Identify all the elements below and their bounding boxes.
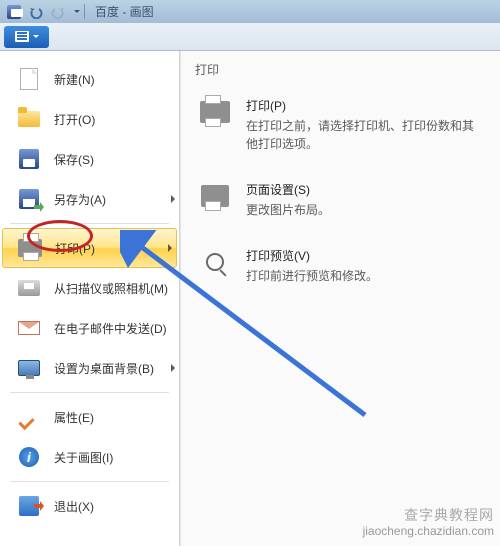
menu-scan[interactable]: 从扫描仪或照相机(M) [0,268,179,308]
submenu-preview-title: 打印预览(V) [246,247,378,264]
menu-separator [10,223,169,224]
undo-icon [29,5,43,19]
submenu-preview-text: 打印预览(V) 打印前进行预览和修改。 [246,247,378,285]
submenu-print[interactable]: 打印(P) 在打印之前，请选择打印机、打印份数和其他打印选项。 [195,94,486,156]
quick-access-toolbar [4,3,80,21]
menu-email-label: 在电子邮件中发送(D) [54,320,167,337]
submenu-pagesetup-text: 页面设置(S) 更改图片布局。 [246,181,330,219]
qat-undo-button[interactable] [26,3,46,21]
qat-save-button[interactable] [4,3,24,21]
page-icon [20,68,38,90]
file-menu-dropdown: 新建(N) 打开(O) 保存(S) 另存为(A) 打印(P) 从扫描仪或照相机(… [0,51,500,546]
menu-print[interactable]: 打印(P) [2,228,177,268]
separator [84,4,85,19]
menu-save-as[interactable]: 另存为(A) [0,179,179,219]
mail-icon [18,321,40,335]
submenu-page-setup[interactable]: 页面设置(S) 更改图片布局。 [195,178,486,222]
save-icon [7,5,21,19]
menu-save[interactable]: 保存(S) [0,139,179,179]
submenu-print-title: 打印(P) [246,97,483,114]
file-menu-icon [15,31,29,42]
menu-properties-label: 属性(E) [54,409,94,426]
chevron-right-icon [171,195,175,203]
desktop-icon [18,360,40,376]
page-setup-icon [201,185,229,207]
menu-separator [10,481,169,482]
chevron-right-icon [171,364,175,372]
exit-icon [19,496,39,516]
ribbon-bar [0,23,500,51]
qat-redo-button[interactable] [48,3,68,21]
menu-open[interactable]: 打开(O) [0,99,179,139]
qat-dropdown-icon[interactable] [74,10,80,13]
menu-separator [10,392,169,393]
magnifier-icon [206,253,224,271]
save-as-icon [19,189,39,209]
submenu-print-text: 打印(P) 在打印之前，请选择打印机、打印份数和其他打印选项。 [246,97,483,153]
menu-properties[interactable]: 属性(E) [0,397,179,437]
watermark-line1: 查字典教程网 [363,506,494,524]
info-icon: i [19,447,39,467]
menu-print-label: 打印(P) [55,240,95,257]
print-submenu-panel: 打印 打印(P) 在打印之前，请选择打印机、打印份数和其他打印选项。 页面设置(… [180,51,500,546]
menu-open-label: 打开(O) [54,111,95,128]
menu-new-label: 新建(N) [54,71,95,88]
chevron-right-icon [168,244,172,252]
submenu-pagesetup-desc: 更改图片布局。 [246,201,330,219]
submenu-title: 打印 [195,61,486,78]
menu-scan-label: 从扫描仪或照相机(M) [54,280,168,297]
file-menu-left-column: 新建(N) 打开(O) 保存(S) 另存为(A) 打印(P) 从扫描仪或照相机(… [0,51,180,546]
menu-new[interactable]: 新建(N) [0,59,179,99]
file-tab[interactable] [4,26,49,48]
submenu-print-desc: 在打印之前，请选择打印机、打印份数和其他打印选项。 [246,117,483,153]
submenu-pagesetup-title: 页面设置(S) [246,181,330,198]
printer-icon [200,101,230,123]
redo-icon [51,5,65,19]
menu-wallpaper-label: 设置为桌面背景(B) [54,360,154,377]
printer-icon [18,239,42,257]
check-icon [20,408,38,426]
scanner-icon [18,280,40,296]
watermark: 查字典教程网 jiaocheng.chazidian.com [363,506,494,540]
menu-about-label: 关于画图(I) [54,449,113,466]
menu-about[interactable]: i 关于画图(I) [0,437,179,477]
title-bar: 百度 - 画图 [0,0,500,23]
watermark-line2: jiaocheng.chazidian.com [363,524,494,540]
menu-exit-label: 退出(X) [54,498,94,515]
menu-saveas-label: 另存为(A) [54,191,106,208]
window-title: 百度 - 画图 [95,3,154,20]
folder-icon [18,111,40,127]
save-icon [19,149,39,169]
submenu-preview-desc: 打印前进行预览和修改。 [246,267,378,285]
chevron-down-icon [33,35,39,38]
menu-save-label: 保存(S) [54,151,94,168]
submenu-print-preview[interactable]: 打印预览(V) 打印前进行预览和修改。 [195,244,486,288]
menu-exit[interactable]: 退出(X) [0,486,179,526]
menu-set-wallpaper[interactable]: 设置为桌面背景(B) [0,348,179,388]
menu-email[interactable]: 在电子邮件中发送(D) [0,308,179,348]
